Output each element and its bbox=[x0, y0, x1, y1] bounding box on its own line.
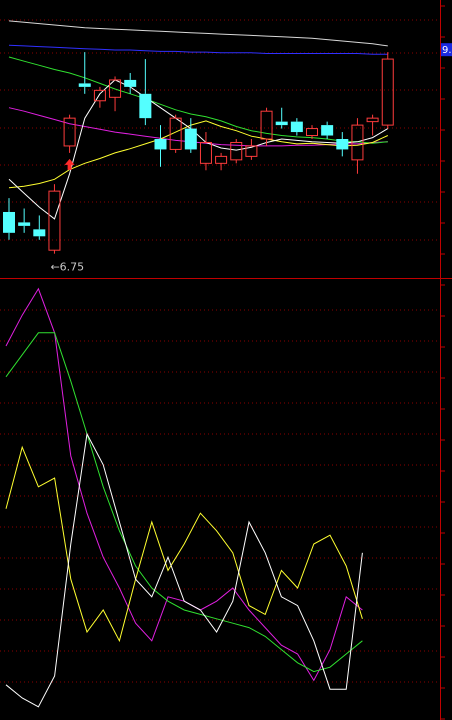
chart-background bbox=[0, 0, 452, 720]
candle-body-down bbox=[290, 121, 303, 133]
price-tag-label: 9. bbox=[442, 45, 452, 56]
candle-body-down bbox=[124, 79, 137, 87]
candle-body-down bbox=[78, 83, 91, 87]
candle-body-down bbox=[275, 121, 288, 126]
candle-body-down bbox=[18, 222, 31, 226]
chart-canvas: ←6.75 9. bbox=[0, 0, 452, 720]
candle-body-down bbox=[139, 93, 152, 119]
stock-chart: ←6.75 9. bbox=[0, 0, 452, 720]
candle-body-down bbox=[321, 125, 334, 136]
candle-body-down bbox=[154, 139, 167, 150]
candle-body-down bbox=[3, 211, 15, 233]
candle-body-down bbox=[336, 139, 349, 150]
candle-body-down bbox=[184, 128, 197, 150]
candle-body-down bbox=[33, 229, 46, 237]
low-price-label: ←6.75 bbox=[50, 261, 84, 274]
